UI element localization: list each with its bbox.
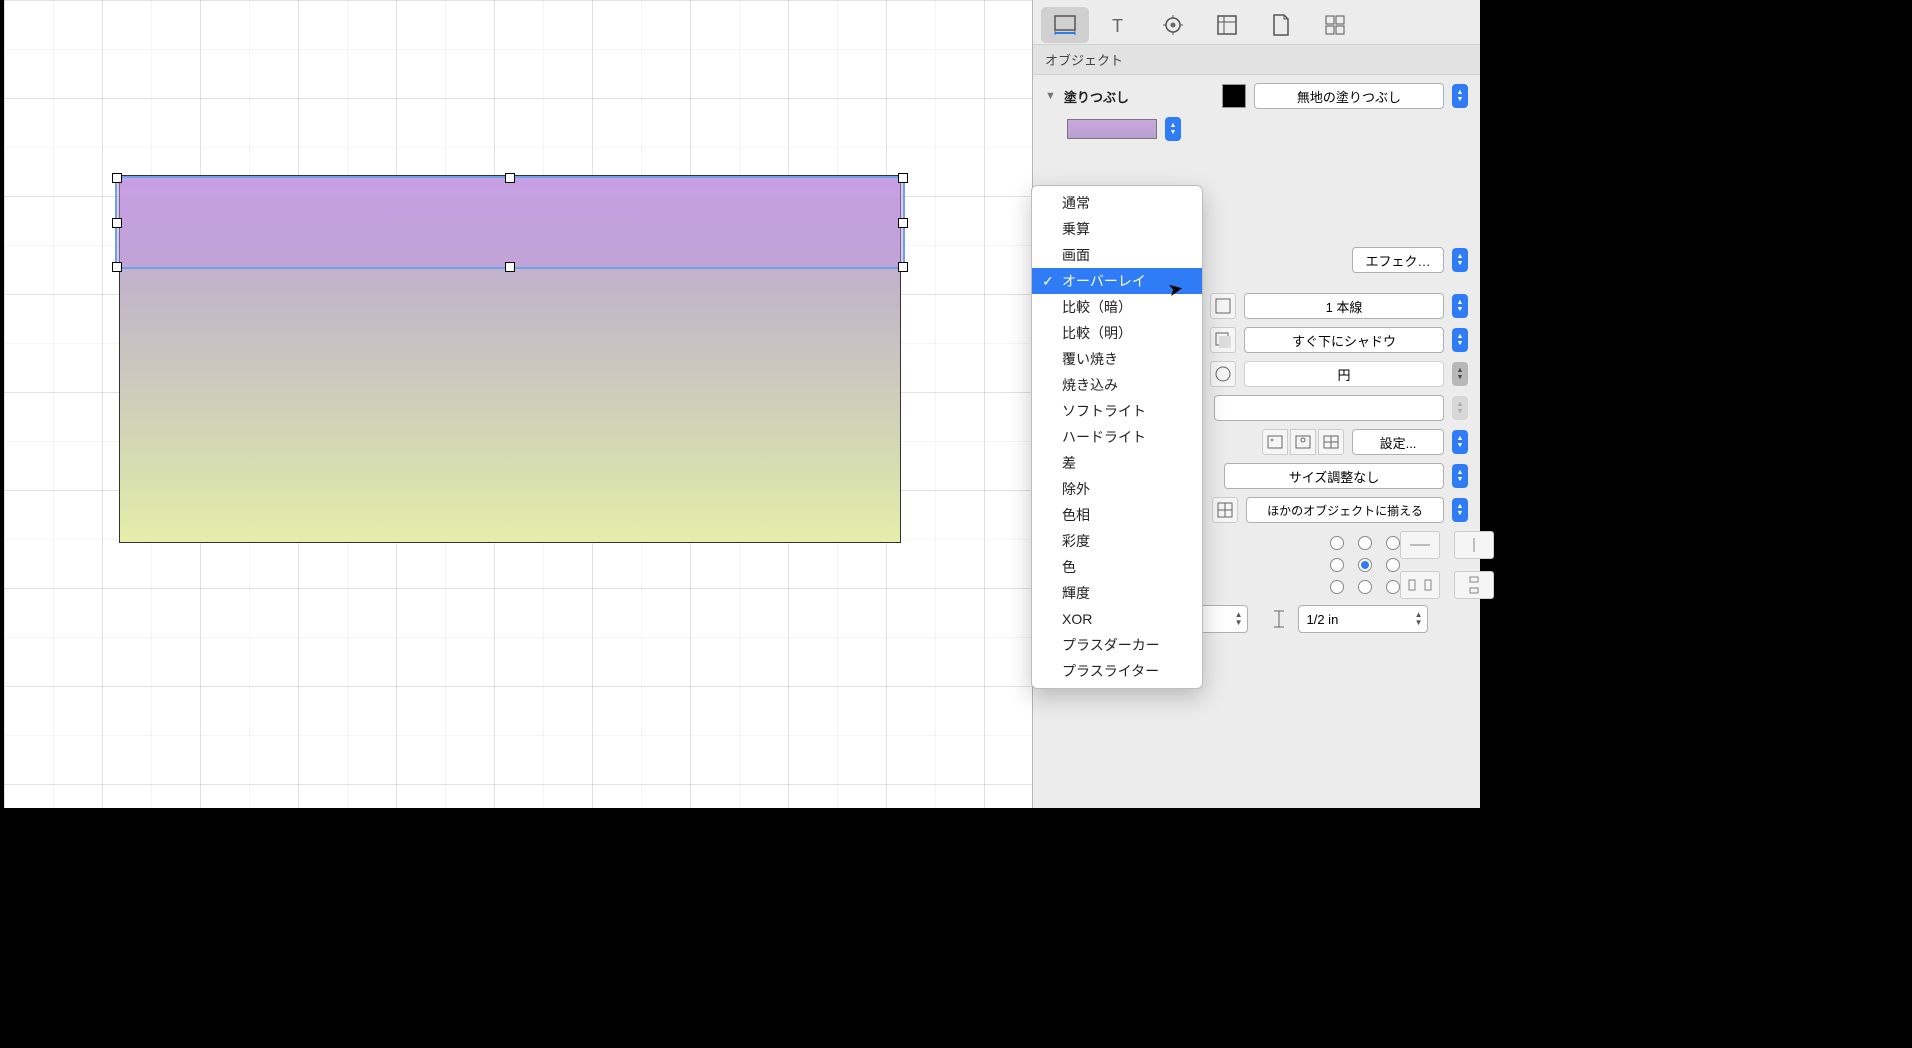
v-spacing-icon [1266, 606, 1292, 632]
stroke-value: 1 本線 [1251, 297, 1437, 316]
anchor-mr[interactable] [1386, 558, 1400, 572]
image-fill-icon[interactable] [1262, 429, 1288, 455]
resize-handle[interactable] [898, 262, 908, 272]
effect-stepper[interactable] [1452, 248, 1468, 272]
shadow-popup[interactable]: すぐ下にシャドウ [1244, 327, 1444, 353]
settings-label: 設定... [1359, 433, 1437, 452]
blend-mode-item[interactable]: 輝度 [1032, 580, 1202, 606]
align-stepper[interactable] [1452, 498, 1468, 522]
v-spacing-input[interactable]: 1/2 in▲▼ [1298, 605, 1428, 633]
anchor-ml[interactable] [1330, 558, 1344, 572]
settings-popup[interactable]: 設定... [1352, 429, 1444, 455]
table-icon[interactable] [1318, 429, 1344, 455]
document-tab[interactable] [1257, 7, 1305, 43]
blend-mode-item[interactable]: XOR [1032, 606, 1202, 632]
resize-handle[interactable] [505, 173, 515, 183]
app-window: T オブジェクト ▼ 塗りつぶし 無地の塗りつぶし [4, 0, 1480, 808]
sizing-value: サイズ調整なし [1231, 467, 1437, 486]
properties-tab[interactable] [1149, 7, 1197, 43]
resize-handle[interactable] [112, 218, 122, 228]
blend-mode-item[interactable]: ソフトライト [1032, 398, 1202, 424]
panel-title: オブジェクト [1033, 44, 1480, 75]
anchor-br[interactable] [1386, 580, 1400, 594]
blend-mode-item[interactable]: プラスダーカー [1032, 632, 1202, 658]
empty-stepper[interactable] [1452, 396, 1468, 420]
resize-handle[interactable] [898, 218, 908, 228]
shadow-icon[interactable] [1210, 327, 1236, 353]
shape-stepper[interactable] [1452, 362, 1468, 386]
resize-handle[interactable] [898, 173, 908, 183]
inspector-tabs: T [1033, 0, 1480, 44]
object-tab[interactable] [1041, 7, 1089, 43]
anchor-tc[interactable] [1358, 536, 1372, 550]
fill-type-popup[interactable]: 無地の塗りつぶし [1254, 83, 1444, 109]
text-tab[interactable]: T [1095, 7, 1143, 43]
shape-popup[interactable]: 円 [1244, 361, 1444, 387]
blend-mode-item[interactable]: 彩度 [1032, 528, 1202, 554]
empty-popup[interactable] [1214, 395, 1444, 421]
fill-type-value: 無地の塗りつぶし [1261, 87, 1437, 106]
canvas[interactable] [4, 0, 1032, 808]
blend-mode-item[interactable]: 焼き込み [1032, 372, 1202, 398]
anchor-mc[interactable] [1358, 558, 1372, 572]
anchor-bl[interactable] [1330, 580, 1344, 594]
align-icon[interactable] [1212, 497, 1238, 523]
effect-popup[interactable]: エフェク… [1352, 247, 1444, 273]
fill-color-stepper[interactable] [1165, 117, 1181, 141]
stroke-popup[interactable]: 1 本線 [1244, 293, 1444, 319]
fill-stepper[interactable] [1452, 84, 1468, 108]
svg-text:T: T [1112, 16, 1123, 36]
blend-mode-item[interactable]: 覆い焼き [1032, 346, 1202, 372]
disclosure-icon[interactable]: ▼ [1045, 90, 1056, 102]
fill-label: 塗りつぶし [1064, 87, 1129, 106]
resize-handle[interactable] [505, 262, 515, 272]
distribute-h[interactable] [1400, 531, 1440, 559]
shadow-value: すぐ下にシャドウ [1251, 331, 1437, 350]
fill-swatch[interactable] [1222, 84, 1246, 108]
blend-mode-item[interactable]: 乗算 [1032, 216, 1202, 242]
blend-mode-item[interactable]: 画面 [1032, 242, 1202, 268]
spacing-h[interactable] [1400, 571, 1440, 599]
blend-mode-item[interactable]: 色 [1032, 554, 1202, 580]
resize-handle[interactable] [112, 262, 122, 272]
distribute-v[interactable] [1454, 531, 1494, 559]
blend-mode-item[interactable]: 差 [1032, 450, 1202, 476]
anchor-tr[interactable] [1386, 536, 1400, 550]
selected-rect[interactable] [115, 176, 905, 269]
sizing-popup[interactable]: サイズ調整なし [1224, 463, 1444, 489]
align-value: ほかのオブジェクトに揃える [1253, 502, 1437, 519]
spacing-v[interactable] [1454, 571, 1494, 599]
canvas-tab[interactable] [1203, 7, 1251, 43]
blend-mode-item[interactable]: ハードライト [1032, 424, 1202, 450]
shape-value: 円 [1251, 365, 1437, 384]
blend-mode-item[interactable]: プラスライター [1032, 658, 1202, 684]
shadow-stepper[interactable] [1452, 328, 1468, 352]
shape-icon[interactable] [1210, 361, 1236, 387]
resize-handle[interactable] [112, 173, 122, 183]
blend-mode-item[interactable]: 比較（明） [1032, 320, 1202, 346]
blend-mode-menu[interactable]: 通常乗算画面オーバーレイ比較（暗）比較（明）覆い焼き焼き込みソフトライトハードラ… [1031, 185, 1203, 689]
fill-color-thumb[interactable] [1067, 119, 1157, 139]
blend-mode-item[interactable]: 色相 [1032, 502, 1202, 528]
anchor-tl[interactable] [1330, 536, 1344, 550]
sizing-stepper[interactable] [1452, 464, 1468, 488]
anchor-bc[interactable] [1358, 580, 1372, 594]
align-popup[interactable]: ほかのオブジェクトに揃える [1246, 497, 1444, 523]
blend-mode-item[interactable]: 除外 [1032, 476, 1202, 502]
stroke-icon[interactable] [1210, 293, 1236, 319]
effect-value: エフェク… [1359, 251, 1437, 270]
stroke-stepper[interactable] [1452, 294, 1468, 318]
blend-mode-item[interactable]: 通常 [1032, 190, 1202, 216]
settings-stepper[interactable] [1452, 430, 1468, 454]
portrait-icon[interactable] [1290, 429, 1316, 455]
grid-tab[interactable] [1311, 7, 1359, 43]
